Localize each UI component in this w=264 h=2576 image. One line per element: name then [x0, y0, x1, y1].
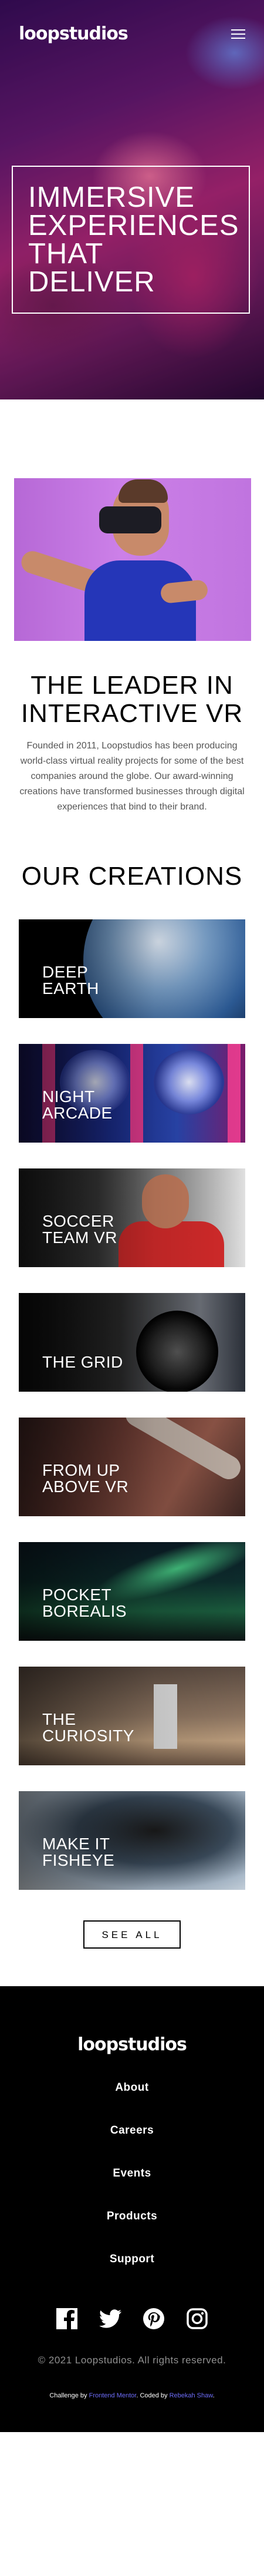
footer-logo[interactable]: loopstudios: [77, 2034, 187, 2055]
creation-card-label: THE GRID: [42, 1353, 123, 1371]
footer-link-events[interactable]: Events: [0, 2167, 264, 2181]
hero-title-box: IMMERSIVE EXPERIENCES THAT DELIVER: [12, 166, 250, 314]
creation-card-label: NIGHT ARCADE: [42, 1087, 113, 1122]
footer-link-products[interactable]: Products: [0, 2209, 264, 2224]
see-all-button[interactable]: SEE ALL: [83, 1920, 181, 1949]
twitter-icon[interactable]: [99, 2308, 121, 2330]
creations-section: OUR CREATIONS DEEP EARTH NIGHT ARCADE SO…: [0, 815, 264, 1986]
hero-section: loopstudios IMMERSIVE EXPERIENCES THAT D…: [0, 0, 264, 399]
pinterest-icon[interactable]: [143, 2308, 165, 2330]
hamburger-menu-icon[interactable]: [231, 29, 245, 39]
footer: loopstudios About Careers Events Product…: [0, 1986, 264, 2432]
creation-card-deep-earth[interactable]: DEEP EARTH: [19, 919, 245, 1018]
creation-card-night-arcade[interactable]: NIGHT ARCADE: [19, 1044, 245, 1143]
creation-card-label: POCKET BOREALIS: [42, 1586, 127, 1620]
about-section: THE LEADER IN INTERACTIVE VR Founded in …: [0, 399, 264, 815]
attribution-middle: . Coded by: [136, 2392, 168, 2399]
attribution: Challenge by Frontend Mentor. Coded by R…: [0, 2392, 264, 2399]
creation-card-from-up-above-vr[interactable]: FROM UP ABOVE VR: [19, 1418, 245, 1516]
about-title: THE LEADER IN INTERACTIVE VR: [21, 671, 243, 728]
creation-card-make-it-fisheye[interactable]: MAKE IT FISHEYE: [19, 1791, 245, 1890]
attribution-suffix: .: [212, 2392, 215, 2399]
copyright-text: © 2021 Loopstudios. All rights reserved.: [38, 2355, 226, 2366]
facebook-icon[interactable]: [56, 2308, 78, 2330]
creation-card-label: DEEP EARTH: [42, 963, 99, 998]
hamburger-line: [231, 33, 245, 35]
author-link[interactable]: Rebekah Shaw: [170, 2392, 213, 2399]
instagram-icon[interactable]: [186, 2308, 208, 2330]
top-nav: loopstudios: [19, 23, 245, 44]
creation-card-soccer-team-vr[interactable]: SOCCER TEAM VR: [19, 1168, 245, 1267]
hamburger-line: [231, 29, 245, 31]
footer-link-support[interactable]: Support: [0, 2252, 264, 2266]
attribution-prefix: Challenge by: [49, 2392, 87, 2399]
creation-card-the-grid[interactable]: THE GRID: [19, 1293, 245, 1392]
creation-card-label: FROM UP ABOVE VR: [42, 1461, 129, 1496]
site-logo[interactable]: loopstudios: [19, 23, 128, 44]
creation-card-label: THE CURIOSITY: [42, 1710, 134, 1745]
footer-nav: About Careers Events Products Support: [0, 2081, 264, 2266]
creation-card-the-curiosity[interactable]: THE CURIOSITY: [19, 1667, 245, 1765]
footer-link-careers[interactable]: Careers: [0, 2124, 264, 2138]
see-all-wrapper: SEE ALL: [13, 1916, 251, 1986]
frontend-mentor-link[interactable]: Frontend Mentor: [89, 2392, 137, 2399]
creation-card-pocket-borealis[interactable]: POCKET BOREALIS: [19, 1542, 245, 1641]
hamburger-line: [231, 37, 245, 39]
creation-card-label: MAKE IT FISHEYE: [42, 1835, 115, 1869]
vr-headset-person-image: [14, 478, 251, 641]
creation-card-label: SOCCER TEAM VR: [42, 1212, 117, 1247]
footer-link-about[interactable]: About: [0, 2081, 264, 2095]
about-text: Founded in 2011, Loopstudios has been pr…: [19, 741, 245, 812]
social-links: [0, 2308, 264, 2330]
creations-title: OUR CREATIONS: [21, 862, 243, 891]
hero-title: IMMERSIVE EXPERIENCES THAT DELIVER: [28, 182, 239, 298]
